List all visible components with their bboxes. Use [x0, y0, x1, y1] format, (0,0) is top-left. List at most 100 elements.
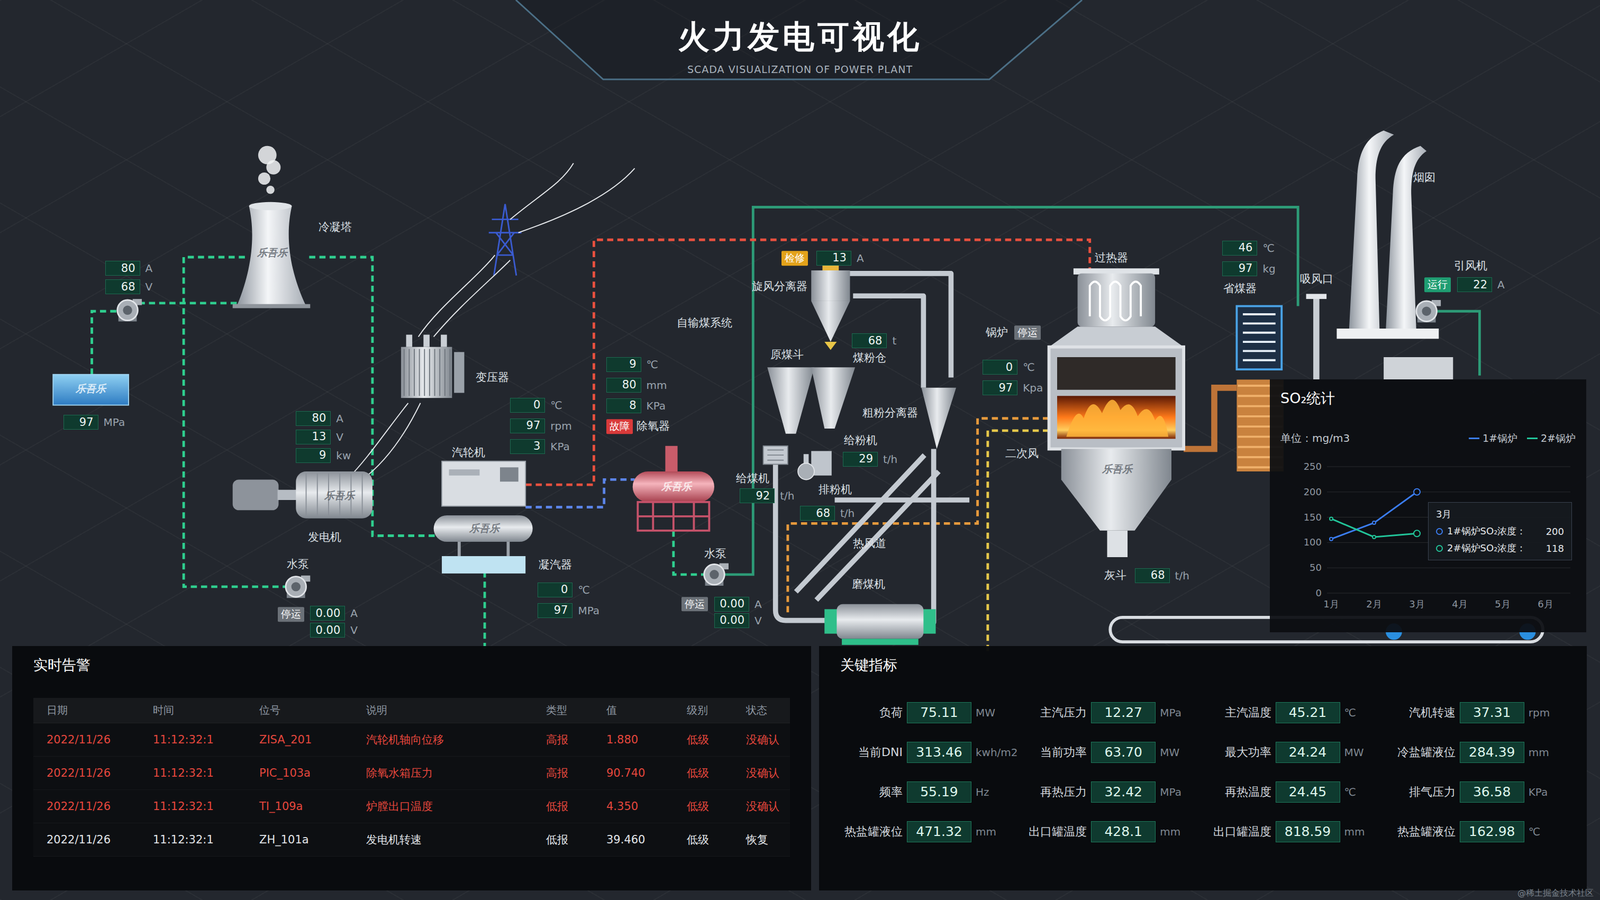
exhauster-icon: [797, 463, 815, 480]
reading-value: 68: [800, 505, 835, 521]
reading-unit: ℃: [1262, 241, 1275, 255]
reading-unit: V: [350, 623, 358, 637]
table-row[interactable]: 2022/11/2611:12:32:1ZISA_201汽轮机轴向位移高报1.8…: [33, 723, 790, 757]
reading-row: 9℃: [606, 357, 668, 372]
table-cell: 90.740: [606, 766, 687, 780]
alert-table: 日期时间位号说明类型值级别状态2022/11/2611:12:32:1ZISA_…: [33, 697, 790, 857]
equipment-label: 水泵: [704, 547, 727, 561]
power-lines: [347, 163, 635, 480]
coal-feeder: [763, 446, 788, 465]
indicator: 汽机转速37.31rpm: [1387, 692, 1572, 733]
tooltip-row: 1#锅炉SO₂浓度：200: [1435, 524, 1565, 538]
reading-unit: V: [754, 614, 762, 627]
reading-row: 0℃: [537, 582, 600, 598]
indicator-label: 当前功率: [1019, 744, 1087, 761]
pump-icon: [285, 575, 311, 598]
equipment-label: 凝汽器: [538, 558, 572, 572]
table-cell: 炉膛出口温度: [366, 798, 547, 814]
indicator-unit: MW: [975, 706, 1020, 720]
equipment-label: 发电机: [307, 531, 342, 545]
reading-row: 92t/h: [739, 488, 795, 504]
reading-row: 97MPa: [537, 603, 600, 618]
indicator: 再热温度24.45℃: [1203, 771, 1388, 812]
table-row[interactable]: 2022/11/2611:12:32:1TI_109a炉膛出口温度低报4.350…: [33, 789, 790, 824]
indicator-label: 当前DNI: [834, 744, 903, 761]
table-cell: 11:12:32:1: [152, 833, 260, 847]
reading-unit: A: [350, 606, 358, 620]
table-cell: 11:12:32:1: [152, 766, 260, 780]
equipment-label: 自输煤系统: [676, 316, 733, 331]
table-cell: 低报: [546, 832, 607, 848]
page-title: 火力发电可视化: [677, 19, 923, 54]
table-row[interactable]: 2022/11/2611:12:32:1ZH_101a发电机转速低报39.460…: [33, 823, 790, 857]
svg-text:0: 0: [1315, 587, 1322, 599]
legend-item[interactable]: 2#锅炉: [1526, 431, 1576, 446]
tooltip-row: 2#锅炉SO₂浓度：118: [1435, 541, 1565, 555]
reading-value: 9: [295, 448, 331, 463]
chart-point[interactable]: [1413, 488, 1421, 496]
reading-value: 0: [537, 582, 573, 598]
reading-group: 0℃97rpm3KPa: [510, 397, 572, 454]
chart-point[interactable]: [1329, 537, 1333, 541]
indicator: 频率55.19Hz: [834, 771, 1020, 812]
chart-point[interactable]: [1413, 530, 1421, 538]
status-badge: 停运: [277, 606, 305, 622]
chart-point[interactable]: [1372, 521, 1376, 525]
indicator-label: 主汽压力: [1019, 704, 1087, 721]
alert-panel: 实时告警日期时间位号说明类型值级别状态2022/11/2611:12:32:1Z…: [12, 646, 812, 891]
reading-group: 13 A: [816, 250, 865, 266]
y-tick: 0: [1315, 587, 1571, 599]
table-cell: 4.350: [606, 800, 687, 813]
reading-value: 0.00: [714, 596, 750, 612]
reading-value: 0: [982, 359, 1018, 375]
indicator-unit: rpm: [1528, 706, 1572, 720]
reading-group: 68t/h: [1134, 568, 1190, 584]
equipment-label: 省煤器: [1223, 282, 1257, 296]
equipment-label: 粗粉分离器: [862, 406, 918, 421]
chart-unit: 单位：mg/m3: [1280, 431, 1350, 446]
reading-value: 9: [606, 357, 642, 372]
chart-tooltip: 3月1#锅炉SO₂浓度：2002#锅炉SO₂浓度：118: [1428, 502, 1572, 561]
indicator-value: 45.21: [1275, 702, 1341, 724]
reading-value: 29: [842, 451, 878, 467]
x-tick: 1月: [1323, 598, 1339, 610]
reading-value: 68: [1134, 568, 1170, 584]
svg-text:250: 250: [1303, 460, 1322, 472]
indicator: 主汽压力12.27MPa: [1019, 692, 1204, 733]
coarse-separator: [921, 387, 957, 450]
x-tick: 6月: [1537, 598, 1553, 610]
reading-row: 8KPa: [606, 398, 668, 414]
chart-series: [1329, 517, 1421, 539]
reading-row: 0.00V: [310, 622, 358, 638]
chart-point[interactable]: [1372, 535, 1376, 539]
page-header: 火力发电可视化SCADA VISUALIZATION OF POWER PLAN…: [0, 0, 1600, 90]
source-credit: @稀土掘金技术社区: [1517, 887, 1594, 899]
reading-row: 22A: [1457, 277, 1505, 293]
table-cell: 39.460: [606, 833, 687, 847]
reading-row: 0℃: [510, 397, 572, 413]
reading-unit: A: [856, 251, 865, 265]
indicator-label: 最大功率: [1203, 744, 1272, 761]
reading-value: 0: [510, 397, 545, 413]
table-row[interactable]: 2022/11/2611:12:32:1PIC_103a除氧水箱压力高报90.7…: [33, 756, 790, 790]
indicator: 当前功率63.70MW: [1019, 732, 1204, 772]
reading-value: 13: [816, 250, 852, 266]
indicator: 冷盐罐液位284.39mm: [1387, 732, 1572, 772]
indicator-unit: KPa: [1528, 785, 1572, 799]
reading-row: 0.00A: [714, 596, 762, 612]
water-tank: [52, 374, 129, 406]
svg-text:50: 50: [1309, 562, 1322, 574]
reading-group: 0℃ 97MPa: [537, 582, 600, 618]
svg-text:100: 100: [1303, 537, 1322, 549]
chart-point[interactable]: [1329, 517, 1333, 521]
indicator-label: 出口罐温度: [1019, 823, 1087, 840]
pump-icon: [117, 298, 142, 322]
legend-item[interactable]: 1#锅炉: [1468, 431, 1518, 446]
table-cell: 日期: [46, 703, 153, 718]
indicator-unit: mm: [1159, 825, 1204, 839]
coal-mill: [824, 604, 936, 645]
indicator-label: 汽机转速: [1387, 704, 1456, 721]
equipment-label: 引风机: [1453, 259, 1488, 274]
x-tick: 5月: [1494, 598, 1511, 610]
reading-unit: MPa: [577, 604, 600, 617]
